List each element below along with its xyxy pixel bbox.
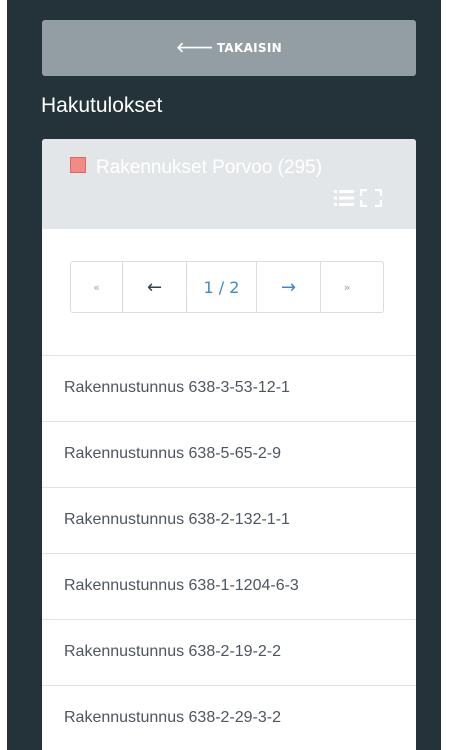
pagination-current-page: 1 / 2 — [187, 262, 257, 312]
pagination-last-button[interactable]: » — [321, 262, 373, 312]
result-item[interactable]: Rakennustunnus 638-3-53-12-1 — [42, 355, 416, 421]
arrow-left-icon: 🡐 — [176, 40, 214, 56]
pagination-next-button[interactable]: → — [257, 262, 321, 312]
result-list: Rakennustunnus 638-3-53-12-1 Rakennustun… — [42, 355, 416, 750]
result-item[interactable]: Rakennustunnus 638-1-1204-6-3 — [42, 553, 416, 619]
expand-icon[interactable] — [360, 189, 382, 207]
layer-title: Rakennukset Porvoo (295) — [96, 157, 323, 178]
layer-header: Rakennukset Porvoo (295) — [42, 139, 416, 229]
result-item[interactable]: Rakennustunnus 638-5-65-2-9 — [42, 421, 416, 487]
back-button-label: TAKAISIN — [216, 41, 282, 55]
pagination: « ← 1 / 2 → » — [70, 261, 384, 313]
back-button[interactable]: 🡐 TAKAISIN — [42, 20, 416, 76]
section-title: Hakutulokset — [41, 94, 163, 117]
pagination-prev-button[interactable]: ← — [123, 262, 187, 312]
result-item[interactable]: Rakennustunnus 638-2-19-2-2 — [42, 619, 416, 685]
result-item[interactable]: Rakennustunnus 638-2-132-1-1 — [42, 487, 416, 553]
results-card: Rakennukset Porvoo (295) « ← 1 / 2 → » R… — [42, 139, 416, 750]
result-item[interactable]: Rakennustunnus 638-2-29-3-2 — [42, 685, 416, 750]
list-icon[interactable] — [334, 189, 354, 207]
pagination-first-button[interactable]: « — [71, 262, 123, 312]
sidebar-panel: 🡐 TAKAISIN Hakutulokset Rakennukset Porv… — [7, 0, 441, 750]
